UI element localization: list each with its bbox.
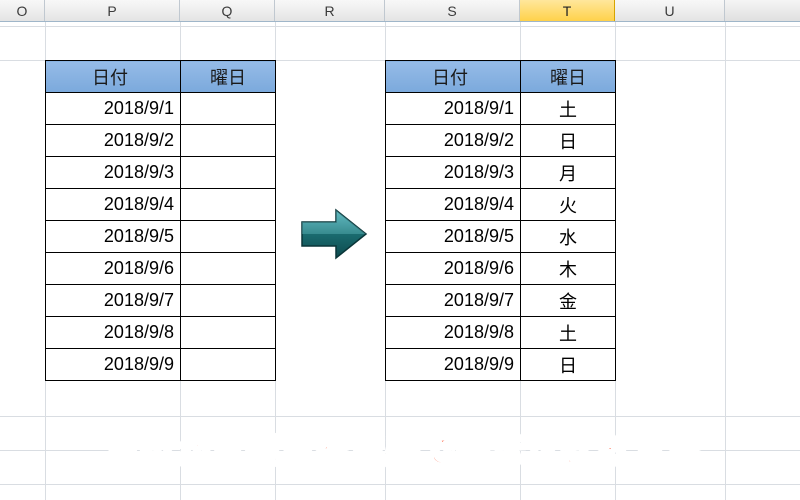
cell-date[interactable]: 2018/9/6	[386, 253, 521, 285]
arrow-right-icon	[298, 208, 370, 260]
table-row: 2018/9/2日	[386, 125, 616, 157]
table-row: 2018/9/7金	[386, 285, 616, 317]
header-day[interactable]: 曜日	[181, 61, 276, 93]
table-header-row: 日付 曜日	[386, 61, 616, 93]
cell-date[interactable]: 2018/9/7	[46, 285, 181, 317]
cell-date[interactable]: 2018/9/8	[386, 317, 521, 349]
gridline	[0, 416, 800, 417]
table-row: 2018/9/5	[46, 221, 276, 253]
column-header-S[interactable]: S	[385, 0, 520, 21]
column-headers-row: OPQRSTU	[0, 0, 800, 22]
cell-day[interactable]: 金	[521, 285, 616, 317]
column-header-P[interactable]: P	[45, 0, 180, 21]
cell-date[interactable]: 2018/9/3	[46, 157, 181, 189]
gridline	[0, 26, 800, 27]
header-date[interactable]: 日付	[46, 61, 181, 93]
header-day[interactable]: 曜日	[521, 61, 616, 93]
cell-day[interactable]: 月	[521, 157, 616, 189]
cell-day[interactable]: 水	[521, 221, 616, 253]
cell-date[interactable]: 2018/9/9	[46, 349, 181, 381]
table-row: 2018/9/3月	[386, 157, 616, 189]
column-header-T[interactable]: T	[520, 0, 615, 21]
table-row: 2018/9/1	[46, 93, 276, 125]
table-row: 2018/9/9	[46, 349, 276, 381]
cell-day[interactable]	[181, 93, 276, 125]
cell-day[interactable]	[181, 253, 276, 285]
table-header-row: 日付 曜日	[46, 61, 276, 93]
cell-date[interactable]: 2018/9/2	[386, 125, 521, 157]
table-row: 2018/9/4	[46, 189, 276, 221]
caption-text: 日付から曜日を自動で表示させる方法	[0, 424, 800, 473]
cell-date[interactable]: 2018/9/4	[386, 189, 521, 221]
cell-date[interactable]: 2018/9/3	[386, 157, 521, 189]
cell-date[interactable]: 2018/9/4	[46, 189, 181, 221]
column-header-O[interactable]: O	[0, 0, 45, 21]
cell-day[interactable]	[181, 285, 276, 317]
cell-date[interactable]: 2018/9/9	[386, 349, 521, 381]
cell-day[interactable]	[181, 125, 276, 157]
table-row: 2018/9/2	[46, 125, 276, 157]
table-after: 日付 曜日 2018/9/1土2018/9/2日2018/9/3月2018/9/…	[385, 60, 616, 381]
table-before: 日付 曜日 2018/9/12018/9/22018/9/32018/9/420…	[45, 60, 276, 381]
header-date[interactable]: 日付	[386, 61, 521, 93]
cell-day[interactable]	[181, 189, 276, 221]
column-header-U[interactable]: U	[615, 0, 725, 21]
column-header-R[interactable]: R	[275, 0, 385, 21]
cell-day[interactable]	[181, 349, 276, 381]
cell-day[interactable]: 日	[521, 125, 616, 157]
cell-day[interactable]: 土	[521, 93, 616, 125]
table-row: 2018/9/1土	[386, 93, 616, 125]
table-row: 2018/9/7	[46, 285, 276, 317]
cell-date[interactable]: 2018/9/7	[386, 285, 521, 317]
cell-date[interactable]: 2018/9/5	[46, 221, 181, 253]
cell-day[interactable]	[181, 221, 276, 253]
table-row: 2018/9/3	[46, 157, 276, 189]
cell-day[interactable]: 火	[521, 189, 616, 221]
gridline	[0, 484, 800, 485]
table-row: 2018/9/8	[46, 317, 276, 349]
cell-date[interactable]: 2018/9/1	[46, 93, 181, 125]
cell-day[interactable]	[181, 317, 276, 349]
cell-date[interactable]: 2018/9/6	[46, 253, 181, 285]
table-row: 2018/9/6	[46, 253, 276, 285]
cell-day[interactable]	[181, 157, 276, 189]
cell-date[interactable]: 2018/9/5	[386, 221, 521, 253]
cell-date[interactable]: 2018/9/8	[46, 317, 181, 349]
spreadsheet-grid[interactable]: 日付 曜日 2018/9/12018/9/22018/9/32018/9/420…	[0, 22, 800, 500]
cell-date[interactable]: 2018/9/2	[46, 125, 181, 157]
table-row: 2018/9/4火	[386, 189, 616, 221]
cell-date[interactable]: 2018/9/1	[386, 93, 521, 125]
table-row: 2018/9/6木	[386, 253, 616, 285]
column-header-Q[interactable]: Q	[180, 0, 275, 21]
table-row: 2018/9/9日	[386, 349, 616, 381]
table-row: 2018/9/8土	[386, 317, 616, 349]
table-row: 2018/9/5水	[386, 221, 616, 253]
cell-day[interactable]: 土	[521, 317, 616, 349]
cell-day[interactable]: 木	[521, 253, 616, 285]
cell-day[interactable]: 日	[521, 349, 616, 381]
